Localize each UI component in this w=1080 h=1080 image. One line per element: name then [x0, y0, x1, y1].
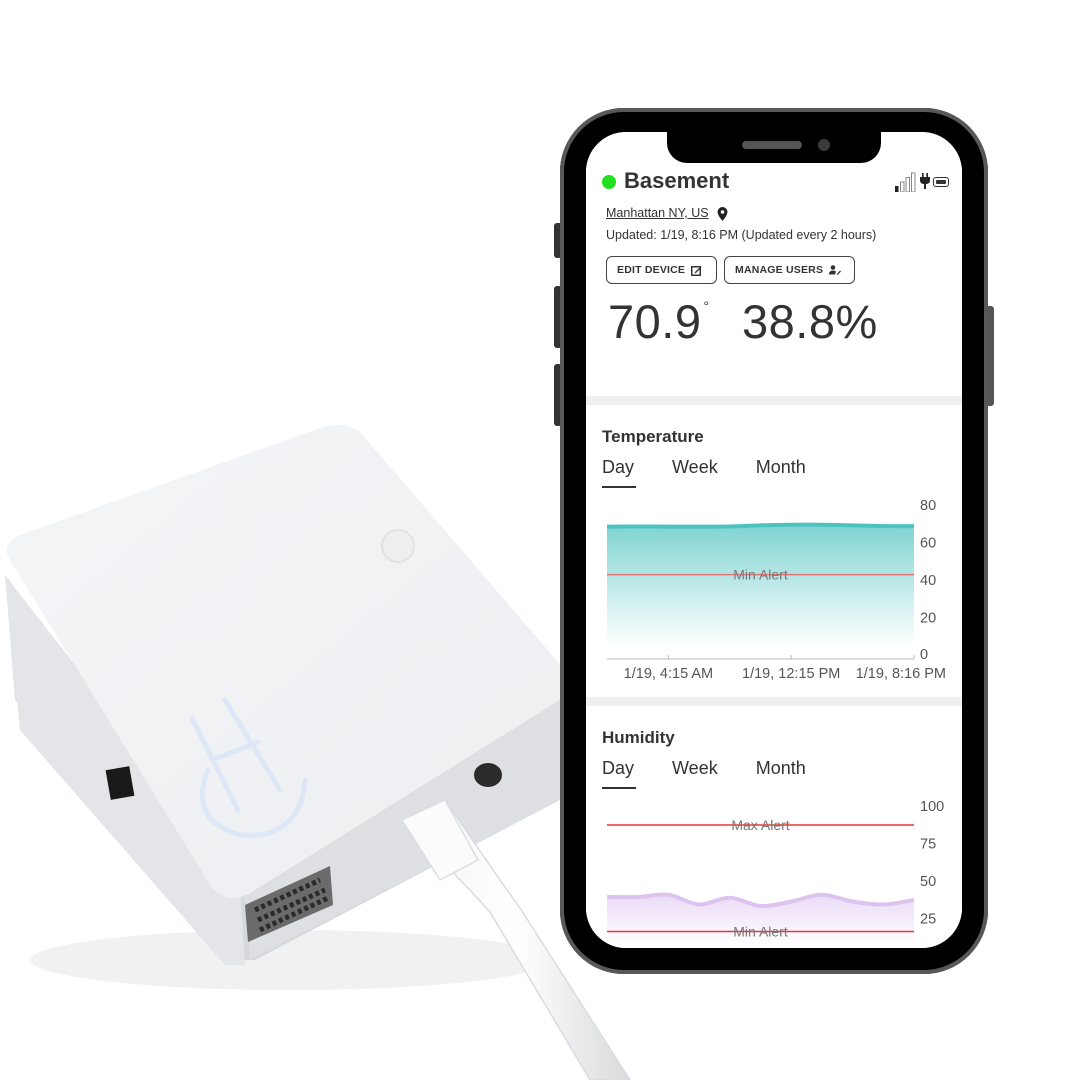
temperature-chart-card: Temperature Day Week Month Min Alert 1/19… — [586, 405, 962, 697]
humidity-chart: Max AlertMin Alert0255075100 — [606, 799, 944, 946]
device-logo-icon — [189, 697, 308, 838]
device-location-link[interactable]: Manhattan NY, US — [606, 206, 709, 220]
y-tick-label: 20 — [920, 611, 936, 627]
device-name: Basement — [624, 168, 730, 193]
alert-label: Max Alert — [731, 817, 789, 833]
temperature-value: 70.9 — [608, 295, 702, 348]
tab-week[interactable]: Week — [672, 457, 718, 488]
edit-device-button[interactable]: EDIT DEVICE — [606, 256, 717, 284]
battery-icon — [933, 177, 949, 187]
tab-month[interactable]: Month — [756, 758, 806, 789]
alert-label: Min Alert — [733, 924, 788, 940]
manage-users-button[interactable]: MANAGE USERS — [724, 256, 855, 284]
alert-label: Min Alert — [733, 567, 788, 583]
user-edit-icon — [829, 265, 842, 275]
series-line — [606, 522, 915, 529]
y-tick-label: 100 — [920, 799, 944, 815]
plug-icon — [920, 173, 930, 189]
manage-users-label: MANAGE USERS — [735, 264, 824, 276]
y-tick-label: 80 — [920, 498, 936, 514]
y-tick-label: 60 — [920, 536, 936, 552]
qr-code-label — [245, 866, 333, 942]
edit-icon — [691, 265, 702, 276]
phone-speaker — [742, 141, 802, 149]
humidity-reading: 38.8% — [742, 295, 878, 348]
y-tick-label: 0 — [920, 647, 928, 663]
temperature-title: Temperature — [602, 427, 704, 446]
temperature-unit: ° — [703, 298, 710, 314]
tab-month[interactable]: Month — [756, 457, 806, 488]
humidity-chart-card: Humidity Day Week Month Max Alert Min Ale… — [586, 706, 962, 948]
temperature-chart: Min Alert 1/19, 4:15 AM 1/19, 12:15 PM 1/19… — [606, 498, 946, 682]
temperature-range-tabs: Day Week Month — [602, 457, 844, 488]
device-summary-card: Basement Manhattan NY, US Updated: 1/19,… — [586, 132, 962, 396]
status-indicator — [602, 175, 616, 189]
x-tick-label: 1/19, 8:16 PM — [856, 666, 946, 682]
y-tick-label: 40 — [920, 573, 936, 589]
x-tick-label: 1/19, 4:15 AM — [624, 666, 713, 682]
tab-week[interactable]: Week — [672, 758, 718, 789]
series-area — [607, 524, 914, 645]
y-tick-label: 25 — [920, 912, 936, 928]
y-tick-label: 75 — [920, 837, 936, 853]
humidity-title: Humidity — [602, 728, 675, 747]
x-tick-label: 1/19, 12:15 PM — [742, 666, 840, 682]
signal-strength-icon — [895, 172, 916, 192]
tab-day[interactable]: Day — [602, 457, 637, 488]
app-screen: Basement Manhattan NY, US Updated: 1/19,… — [586, 132, 962, 948]
y-tick-label: 50 — [920, 874, 936, 890]
temperature-reading: 70.9 ° — [608, 294, 710, 349]
phone-camera — [818, 139, 830, 151]
map-pin-icon — [717, 207, 728, 221]
humidity-range-tabs: Day Week Month — [602, 758, 844, 789]
tab-day[interactable]: Day — [602, 758, 637, 789]
last-updated-text: Updated: 1/19, 8:16 PM (Updated every 2 … — [606, 228, 877, 242]
edit-device-label: EDIT DEVICE — [617, 264, 686, 276]
